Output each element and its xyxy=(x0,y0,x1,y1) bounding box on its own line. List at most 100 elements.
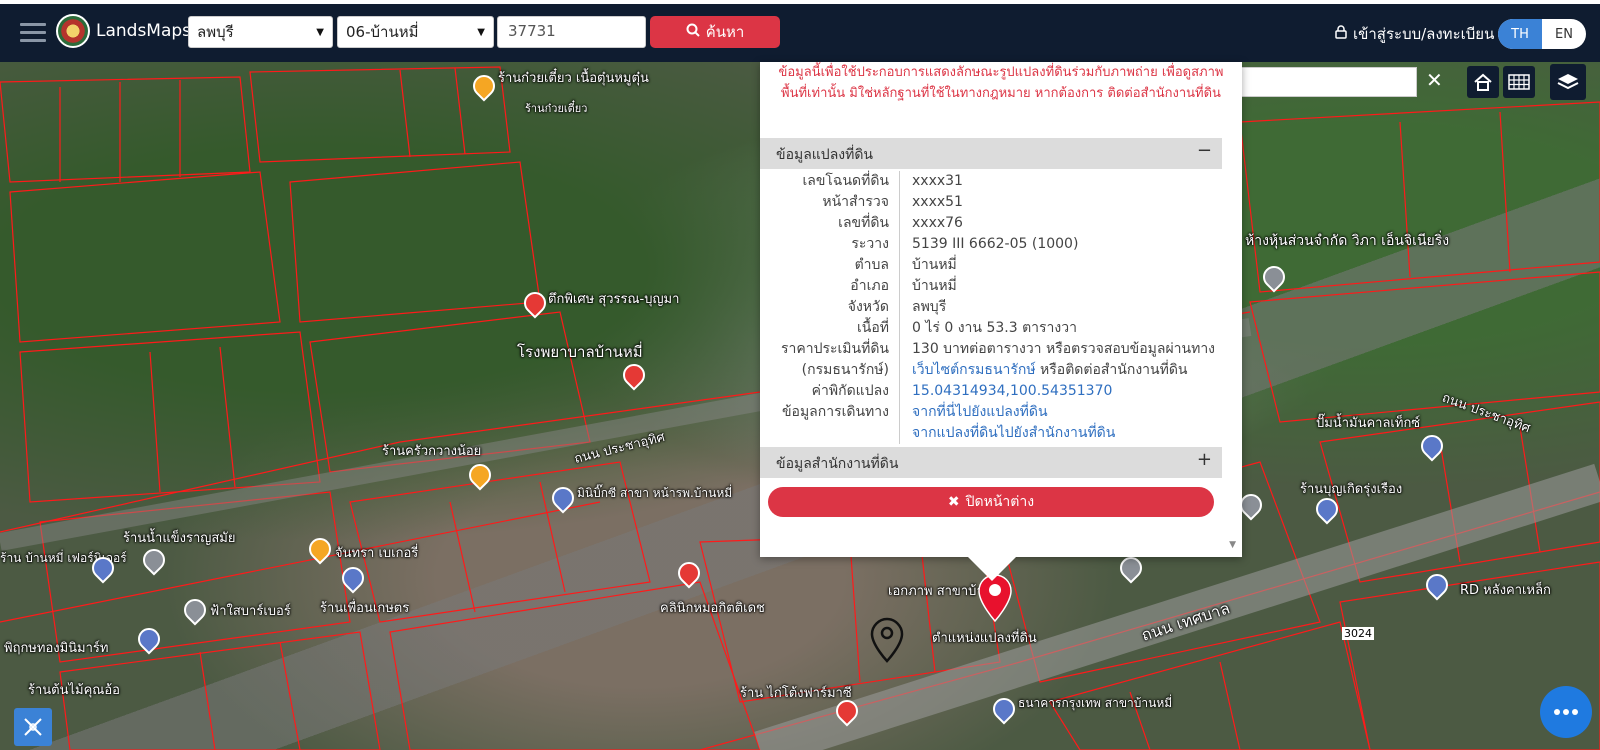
login-link[interactable]: เข้าสู่ระบบ/ลงทะเบียน xyxy=(1335,22,1494,46)
info-value: xxxx31 xyxy=(912,173,963,189)
close-icon: ✖ xyxy=(947,494,960,510)
info-key: เลขที่ดิน xyxy=(760,213,900,234)
poi-label[interactable]: ธนาคารกรุงเทพ สาขาบ้านหมี่ xyxy=(1018,694,1172,713)
info-key: ตำบล xyxy=(760,255,900,276)
info-value: บ้านหมี่ xyxy=(912,278,957,294)
poi-label[interactable]: ร้านก๋วยเตี๋ยว เนื้อตุ๋นหมูตุ๋น xyxy=(498,67,649,88)
poi-label[interactable]: ฟ้าใสบาร์เบอร์ xyxy=(210,600,291,621)
info-key: ค่าพิกัดแปลง xyxy=(760,381,900,402)
close-window-button[interactable]: ✖ ปิดหน้าต่าง xyxy=(768,487,1214,517)
poi-label[interactable]: โรงพยาบาลบ้านหมี่ xyxy=(517,340,643,364)
directions-to-office-link[interactable]: จากแปลงที่ดินไปยังสำนักงานที่ดิน xyxy=(912,425,1115,441)
top-navbar: LandsMaps ลพบุรี ▼ 06-บ้านหมี่ ▼ 37731 ค… xyxy=(0,0,1600,62)
lang-th-button[interactable]: TH xyxy=(1498,19,1542,49)
poi-label[interactable]: ร้านก๋วยเตี๋ยว xyxy=(525,99,587,117)
info-key: จังหวัด xyxy=(760,297,900,318)
poi-label[interactable]: ร้านต้นไม้คุณอ้อ xyxy=(28,679,120,700)
expand-icon[interactable]: + xyxy=(1197,449,1212,470)
more-options-icon[interactable] xyxy=(1540,686,1592,738)
info-value: xxxx51 xyxy=(912,194,963,210)
home-icon[interactable] xyxy=(1467,66,1499,98)
info-value: 0 ไร่ 0 งาน 53.3 ตารางวา xyxy=(912,320,1077,336)
info-value: จากที่นี่ไปยังแปลงที่ดิน xyxy=(900,402,1048,423)
poi-label[interactable]: ห้างหุ้นส่วนจำกัด วิภา เอ็นจิเนียริ่ง xyxy=(1245,230,1449,252)
scroll-down-icon[interactable]: ▼ xyxy=(1229,540,1236,550)
poi-label[interactable]: ปั๊มน้ำมันคาลเท็กซ์ xyxy=(1316,412,1420,433)
parcel-location-label: ตำแหน่งแปลงที่ดิน xyxy=(932,631,1037,646)
coordinates-link[interactable]: 15.04314934,100.54351370 xyxy=(912,383,1112,399)
treasury-website-link[interactable]: เว็บไซต์กรมธนารักษ์ xyxy=(912,362,1036,378)
info-key xyxy=(760,423,900,444)
poi-label[interactable]: ร้านครัวกวางน้อย xyxy=(382,440,481,461)
poi-label[interactable]: RD หลังคาเหล็ก xyxy=(1460,579,1551,600)
chevron-down-icon: ▼ xyxy=(477,26,485,38)
grid-icon[interactable] xyxy=(1503,66,1535,98)
poi-label[interactable]: ร้านเพื่อนเกษตร xyxy=(320,597,409,618)
info-row: จากแปลงที่ดินไปยังสำนักงานที่ดิน xyxy=(760,423,1222,444)
info-value: 15.04314934,100.54351370 xyxy=(900,381,1112,402)
info-key: อำเภอ xyxy=(760,276,900,297)
search-button-label: ค้นหา xyxy=(705,23,745,41)
poi-label[interactable]: ร้านบุญเกิดรุ่งเรือง xyxy=(1300,478,1402,499)
province-select-value: ลพบุรี xyxy=(197,23,234,41)
info-key: เนื้อที่ xyxy=(760,318,900,339)
menu-icon[interactable] xyxy=(20,23,46,45)
info-row: เลขที่ดิน xxxx76 xyxy=(760,213,1222,234)
info-key: ราคาประเมินที่ดิน xyxy=(760,339,900,360)
info-value: 5139 III 6662-05 (1000) xyxy=(912,236,1079,252)
info-value: บ้านหมี่ xyxy=(912,257,957,273)
info-row: จังหวัด ลพบุรี xyxy=(760,297,1222,318)
measure-tool-icon[interactable] xyxy=(14,708,52,746)
poi-label[interactable]: จันทรา เบเกอรี่ xyxy=(335,542,418,563)
info-row: ข้อมูลการเดินทาง จากที่นี่ไปยังแปลงที่ดิน xyxy=(760,402,1222,423)
poi-label[interactable]: พิฤกษทองมินิมาร์ท xyxy=(4,637,108,658)
info-row: หน้าสำรวจ xxxx51 xyxy=(760,192,1222,213)
layers-icon[interactable] xyxy=(1550,64,1586,100)
close-window-label: ปิดหน้าต่าง xyxy=(965,494,1035,510)
current-location-marker-icon[interactable] xyxy=(870,617,904,667)
office-section-title: ข้อมูลสำนักงานที่ดิน xyxy=(776,456,899,472)
brand-name: LandsMaps xyxy=(96,21,192,41)
info-key: (กรมธนารักษ์) xyxy=(760,360,900,381)
parcel-section-title: ข้อมูลแปลงที่ดิน xyxy=(776,147,874,163)
info-value: จากแปลงที่ดินไปยังสำนักงานที่ดิน xyxy=(900,423,1115,444)
poi-label[interactable]: มินิบิ๊กซี สาขา หน้ารพ.บ้านหมี่ xyxy=(577,484,732,503)
lang-en-button[interactable]: EN xyxy=(1542,19,1586,49)
login-label: เข้าสู่ระบบ/ลงทะเบียน xyxy=(1353,25,1495,43)
parcel-section-header[interactable]: ข้อมูลแปลงที่ดิน − xyxy=(760,138,1222,169)
search-icon xyxy=(686,23,700,41)
language-toggle: TH EN xyxy=(1498,19,1586,49)
info-row: อำเภอ บ้านหมี่ xyxy=(760,276,1222,297)
parcel-info-table: เลขโฉนดที่ดิน xxxx31 หน้าสำรวจ xxxx51 เลขท… xyxy=(760,171,1222,444)
lock-icon xyxy=(1335,25,1347,43)
info-row: ราคาประเมินที่ดิน 130 บาทต่อตารางวา หรือต… xyxy=(760,339,1222,360)
directions-to-parcel-link[interactable]: จากที่นี่ไปยังแปลงที่ดิน xyxy=(912,404,1048,420)
poi-label[interactable]: คลินิกหมอกิตติเดช xyxy=(660,597,765,618)
info-value: 130 บาทต่อตารางวา หรือตรวจสอบข้อมูลผ่านท… xyxy=(912,341,1216,357)
office-section-header[interactable]: ข้อมูลสำนักงานที่ดิน + xyxy=(760,447,1222,478)
route-shield: 3024 xyxy=(1342,627,1374,640)
info-row: ระวาง 5139 III 6662-05 (1000) xyxy=(760,234,1222,255)
info-row: เลขโฉนดที่ดิน xxxx31 xyxy=(760,171,1222,192)
collapse-icon[interactable]: − xyxy=(1197,140,1212,161)
clear-search-icon[interactable]: ✕ xyxy=(1426,68,1443,92)
parcel-number-input[interactable]: 37731 xyxy=(497,16,646,48)
info-value: เว็บไซต์กรมธนารักษ์ หรือติดต่อสำนักงานที… xyxy=(900,360,1188,381)
legal-disclaimer: ข้อมูลนี้เพื่อใช้ประกอบการแสดงลักษณะรูปแ… xyxy=(778,65,1224,101)
info-value: xxxx76 xyxy=(912,215,963,231)
province-select[interactable]: ลพบุรี ▼ xyxy=(188,16,333,48)
parcel-info-popup: ข้อมูลนี้เพื่อใช้ประกอบการแสดงลักษณะรูปแ… xyxy=(760,62,1242,557)
info-value-rest: หรือติดต่อสำนักงานที่ดิน xyxy=(1035,362,1188,378)
search-button[interactable]: ค้นหา xyxy=(650,16,780,48)
popup-pointer xyxy=(967,556,1017,581)
info-key: ระวาง xyxy=(760,234,900,255)
parcel-marker-icon[interactable] xyxy=(978,574,1012,626)
poi-label[interactable]: ร้าน ไก่โต้งฟาร์มาซี xyxy=(740,682,852,703)
poi-label[interactable]: ร้านน้ำแข็งราญสมัย xyxy=(123,527,235,548)
info-row: ค่าพิกัดแปลง 15.04314934,100.54351370 xyxy=(760,381,1222,402)
chevron-down-icon: ▼ xyxy=(316,26,324,38)
amphoe-select[interactable]: 06-บ้านหมี่ ▼ xyxy=(337,16,494,48)
poi-label[interactable]: ตึกพิเศษ สุวรรณ-บุญมา xyxy=(548,288,679,309)
info-key: ข้อมูลการเดินทาง xyxy=(760,402,900,423)
info-row: (กรมธนารักษ์) เว็บไซต์กรมธนารักษ์ หรือติด… xyxy=(760,360,1222,381)
